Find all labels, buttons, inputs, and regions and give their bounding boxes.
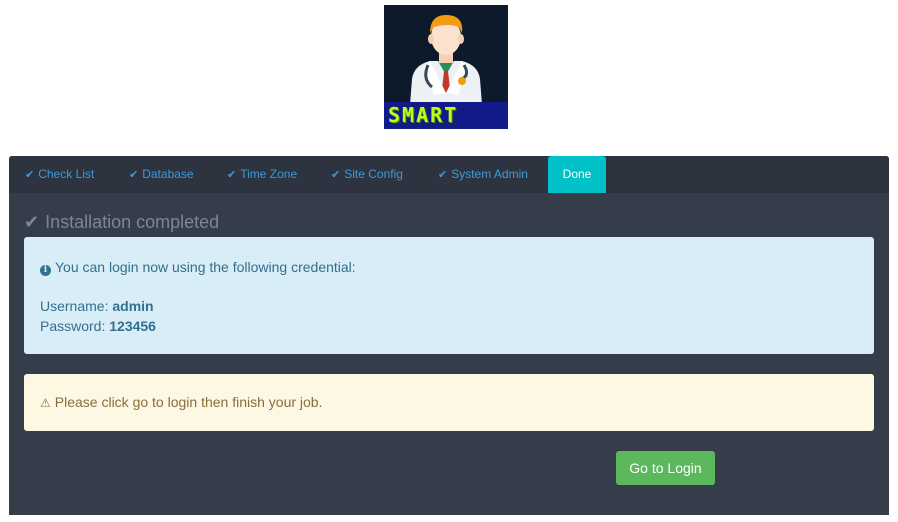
password-label: Password: (40, 318, 106, 334)
tab-site-config[interactable]: ✔ Site Config (331, 156, 403, 193)
tab-check-list[interactable]: ✔ Check List (25, 156, 94, 193)
tab-label: Site Config (344, 167, 403, 181)
password-row: Password: 123456 (40, 318, 156, 334)
wizard-tabs: ✔ Check List ✔ Database ✔ Time Zone ✔ Site C… (9, 156, 889, 193)
check-icon: ✔ (25, 169, 35, 181)
app-logo: SMART (384, 5, 508, 129)
tab-label: Database (142, 167, 194, 181)
warning-alert: ⚠ Please click go to login then finish yo… (24, 374, 874, 431)
tab-label: Check List (38, 167, 95, 181)
logo-text: SMART (384, 102, 508, 129)
warning-icon: ⚠ (40, 396, 51, 410)
tab-time-zone[interactable]: ✔ Time Zone (227, 156, 297, 193)
install-panel: ✔ Check List ✔ Database ✔ Time Zone ✔ Site C… (9, 156, 889, 515)
username-value: admin (112, 298, 154, 314)
doctor-icon (384, 5, 508, 105)
tab-label: Time Zone (240, 167, 298, 181)
username-row: Username: admin (40, 298, 154, 314)
tab-system-admin[interactable]: ✔ System Admin (438, 156, 528, 193)
username-label: Username: (40, 298, 109, 314)
check-icon: ✔ (438, 169, 448, 181)
info-message-text: You can login now using the following cr… (55, 259, 356, 275)
tab-done[interactable]: Done (548, 156, 606, 193)
check-icon: ✔ (129, 169, 139, 181)
page-title: ✔ Installation completed (24, 212, 219, 233)
warning-message: ⚠ Please click go to login then finish yo… (40, 394, 322, 410)
tab-label: Done (562, 167, 592, 181)
credentials-alert: i You can login now using the following c… (24, 237, 874, 354)
page-title-text: Installation completed (45, 212, 220, 232)
check-icon: ✔ (331, 169, 341, 181)
check-icon: ✔ (24, 212, 40, 232)
go-to-login-button[interactable]: Go to Login (616, 451, 715, 485)
info-message: i You can login now using the following c… (40, 259, 356, 276)
password-value: 123456 (109, 318, 156, 334)
warning-message-text: Please click go to login then finish you… (54, 394, 323, 410)
tab-database[interactable]: ✔ Database (129, 156, 194, 193)
check-icon: ✔ (227, 169, 237, 181)
info-icon: i (40, 265, 51, 276)
tab-label: System Admin (451, 167, 528, 181)
